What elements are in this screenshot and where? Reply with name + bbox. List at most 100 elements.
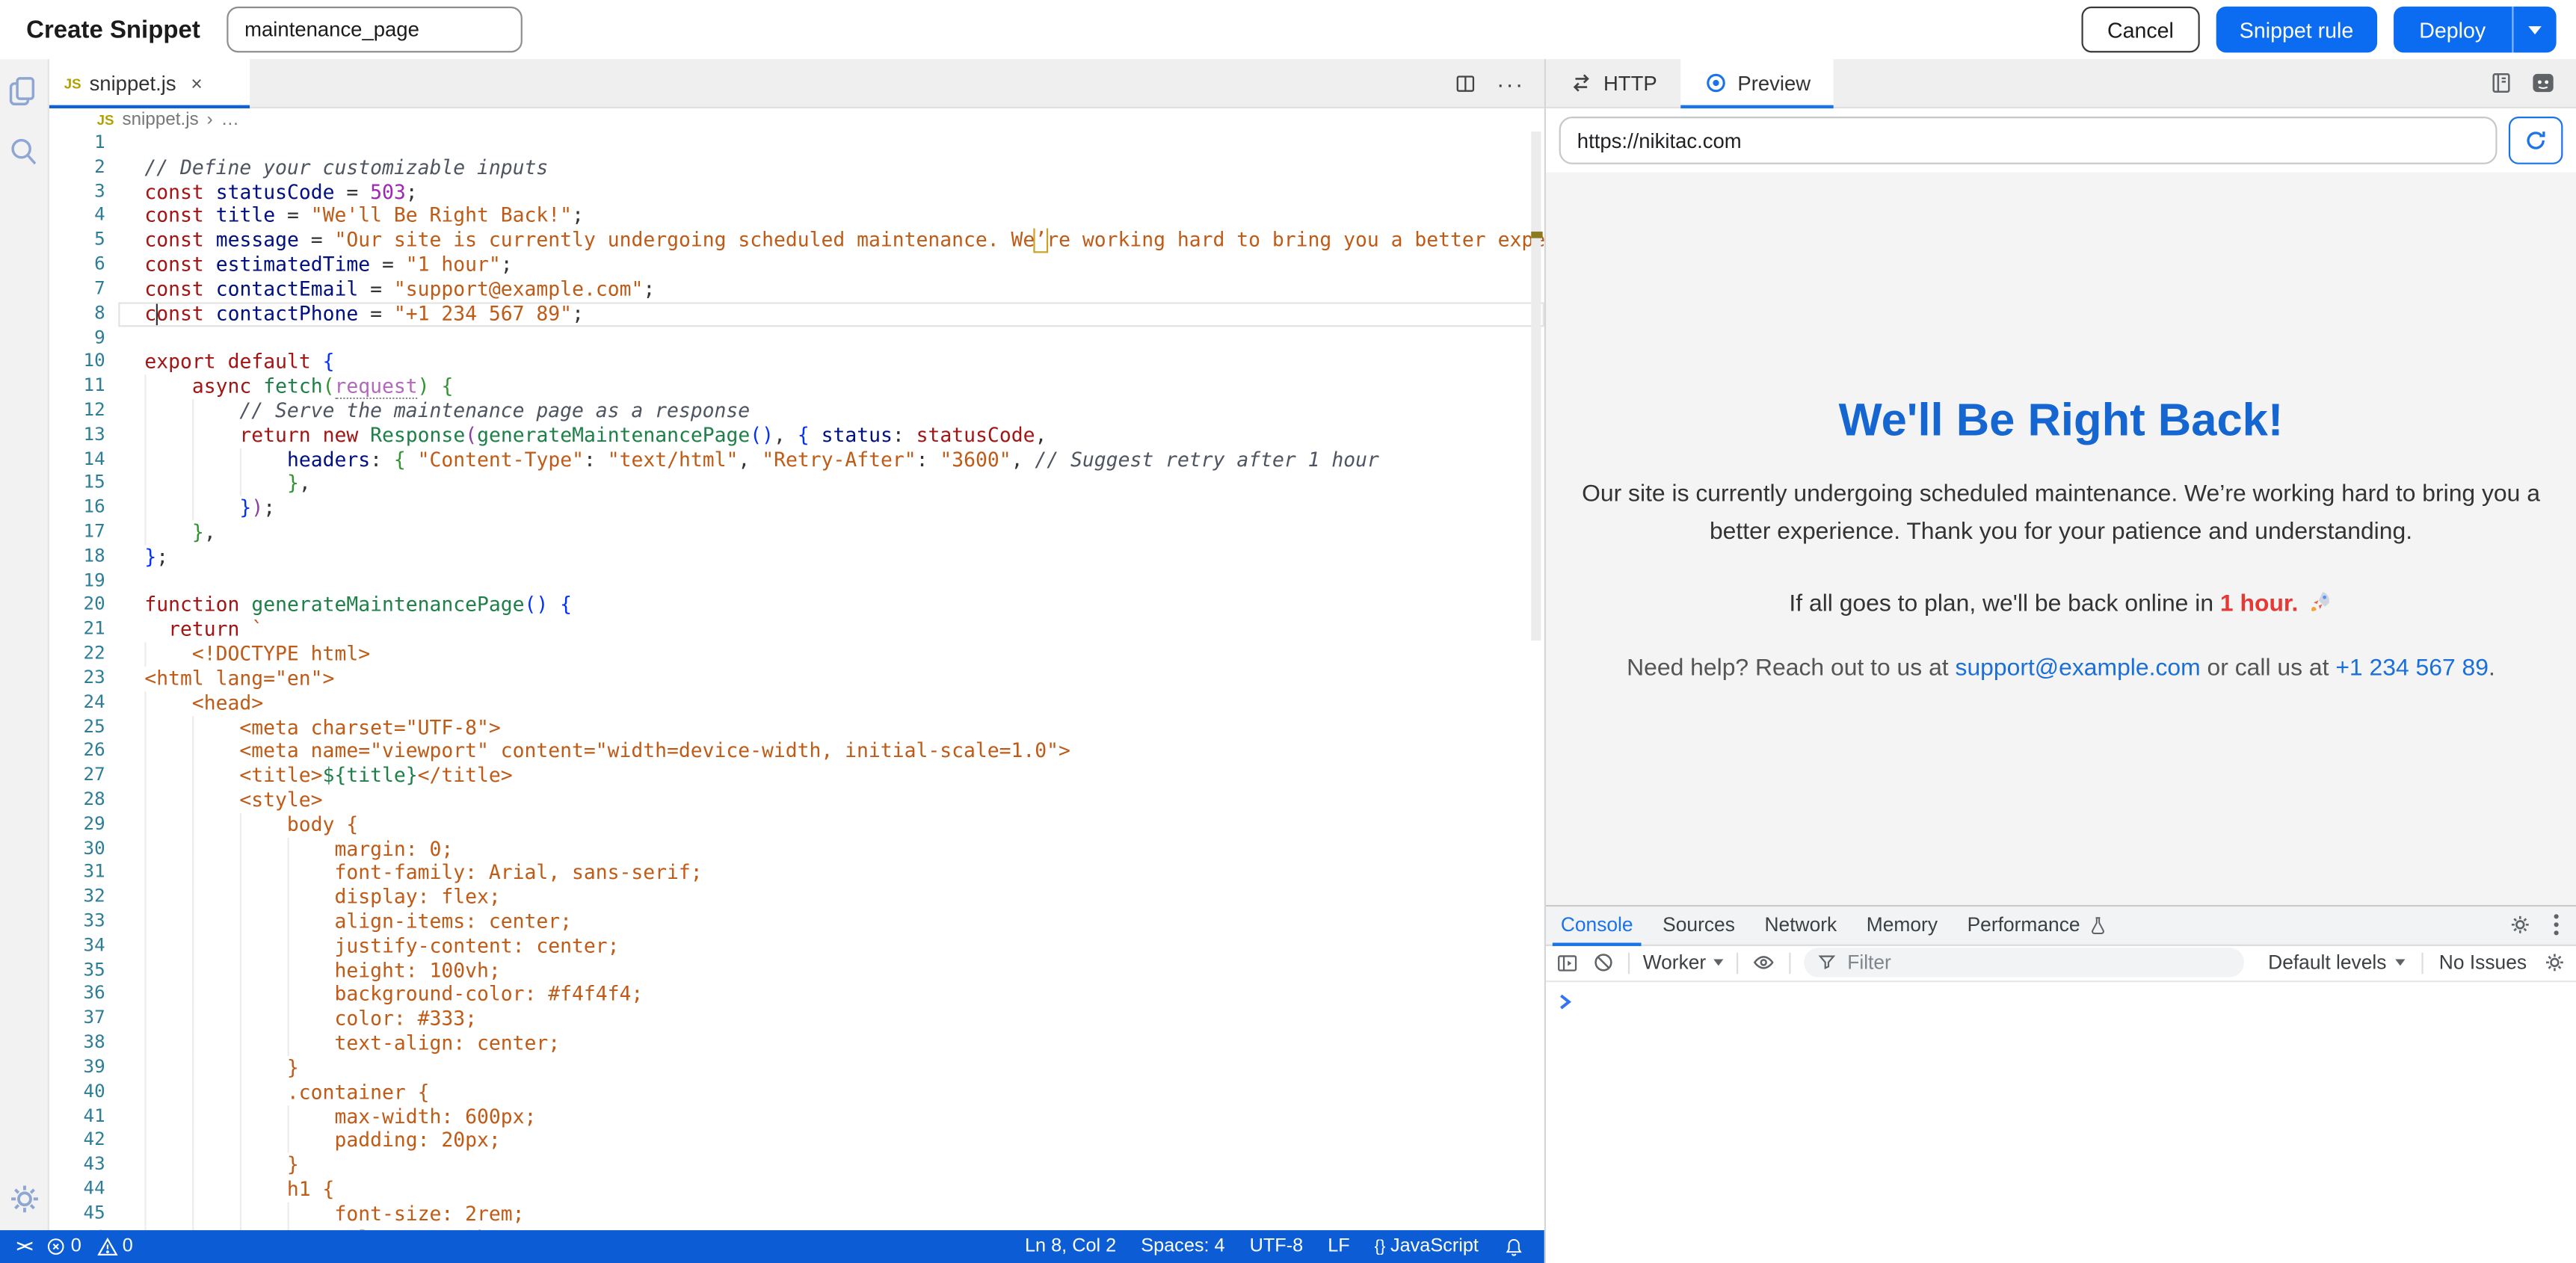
code-line[interactable]: 24 <head>: [49, 691, 1544, 716]
close-icon[interactable]: ×: [191, 73, 202, 93]
code-line[interactable]: 19: [49, 569, 1544, 594]
preview-tab-strip: HTTP Preview: [1546, 59, 2576, 108]
code-line[interactable]: 12 // Serve the maintenance page as a re…: [49, 399, 1544, 424]
code-line[interactable]: 31 font-family: Arial, sans-serif;: [49, 861, 1544, 886]
code-line[interactable]: 8const contactPhone = "+1 234 567 89";: [49, 302, 1544, 327]
code-line[interactable]: 32 display: flex;: [49, 886, 1544, 910]
code-line[interactable]: 40 .container {: [49, 1080, 1544, 1105]
url-input[interactable]: [1559, 117, 2498, 164]
files-icon[interactable]: [7, 74, 41, 108]
code-line[interactable]: 3const statusCode = 503;: [49, 180, 1544, 205]
split-editor-icon[interactable]: [1454, 72, 1477, 95]
kebab-menu-icon[interactable]: [2553, 913, 2560, 936]
code-line[interactable]: 2// Define your customizable inputs: [49, 155, 1544, 180]
console-filter-input[interactable]: Filter: [1805, 948, 2245, 978]
code-line[interactable]: 4const title = "We'll Be Right Back!";: [49, 204, 1544, 229]
code-line[interactable]: 11 async fetch(request) {: [49, 374, 1544, 399]
code-editor[interactable]: 12// Define your customizable inputs3con…: [49, 132, 1544, 1230]
code-line[interactable]: 25 <meta charset="UTF-8">: [49, 715, 1544, 740]
scrollbar-thumb[interactable]: [1531, 132, 1541, 640]
devtools-settings-gear-icon[interactable]: [2509, 913, 2532, 936]
console-settings-gear-icon[interactable]: [2543, 951, 2566, 974]
code-line[interactable]: 41 max-width: 600px;: [49, 1105, 1544, 1129]
code-line[interactable]: 27 <title>${title}</title>: [49, 764, 1544, 788]
code-line[interactable]: 1: [49, 132, 1544, 156]
editor-scrollbar[interactable]: [1528, 132, 1544, 1230]
devtools-tab-network[interactable]: Network: [1750, 906, 1852, 944]
code-line[interactable]: 10export default {: [49, 351, 1544, 375]
refresh-button[interactable]: [2509, 117, 2563, 164]
support-email-link[interactable]: support@example.com: [1956, 655, 2201, 682]
devtools-tab-sources[interactable]: Sources: [1648, 906, 1749, 944]
notifications-bell-icon[interactable]: [1503, 1235, 1525, 1259]
discord-chat-icon[interactable]: [2530, 71, 2556, 96]
tab-snippet-js[interactable]: JS snippet.js ×: [49, 59, 250, 107]
language-label: JavaScript: [1390, 1237, 1479, 1256]
snippet-rule-button[interactable]: Snippet rule: [2216, 7, 2376, 53]
code-line[interactable]: 34 justify-content: center;: [49, 934, 1544, 959]
worker-context-select[interactable]: Worker: [1643, 951, 1725, 974]
line-number: 18: [49, 545, 118, 569]
problems-errors[interactable]: 0: [46, 1237, 81, 1256]
code-line[interactable]: 21 return `: [49, 618, 1544, 643]
code-line[interactable]: 45 font-size: 2rem;: [49, 1202, 1544, 1226]
status-indent[interactable]: Spaces: 4: [1141, 1237, 1224, 1256]
status-language[interactable]: {} JavaScript: [1375, 1237, 1479, 1256]
remote-indicator-icon[interactable]: ><: [16, 1238, 31, 1256]
devtools-tab-performance[interactable]: Performance: [1953, 906, 2123, 944]
deploy-button[interactable]: Deploy: [2393, 7, 2512, 53]
status-encoding[interactable]: UTF-8: [1250, 1237, 1304, 1256]
devtools-tab-memory[interactable]: Memory: [1852, 906, 1953, 944]
code-line[interactable]: 14 headers: { "Content-Type": "text/html…: [49, 448, 1544, 472]
code-line[interactable]: 22 <!DOCTYPE html>: [49, 642, 1544, 667]
code-line[interactable]: 39 }: [49, 1056, 1544, 1081]
issues-counter[interactable]: No Issues: [2439, 951, 2527, 974]
code-line[interactable]: 9: [49, 326, 1544, 351]
code-line[interactable]: 38 text-align: center;: [49, 1031, 1544, 1056]
search-icon[interactable]: [7, 135, 41, 169]
code-line[interactable]: 23<html lang="en">: [49, 667, 1544, 691]
code-line[interactable]: 13 return new Response(generateMaintenan…: [49, 423, 1544, 448]
code-line[interactable]: 26 <meta name="viewport" content="width=…: [49, 740, 1544, 765]
breadcrumb-file[interactable]: snippet.js: [123, 110, 199, 129]
code-line[interactable]: 44 h1 {: [49, 1178, 1544, 1202]
code-line[interactable]: 15 },: [49, 472, 1544, 497]
deploy-split-button[interactable]: Deploy: [2393, 7, 2557, 53]
docs-book-icon[interactable]: [2489, 71, 2514, 96]
live-expression-eye-icon[interactable]: [1752, 951, 1777, 974]
deploy-dropdown-button[interactable]: [2512, 7, 2556, 53]
clear-console-icon[interactable]: [1592, 951, 1615, 974]
code-line[interactable]: 5const message = "Our site is currently …: [49, 229, 1544, 253]
tab-http[interactable]: HTTP: [1546, 59, 1680, 107]
problems-warnings[interactable]: 0: [96, 1237, 133, 1256]
code-line[interactable]: 28 <style>: [49, 788, 1544, 813]
phone-link[interactable]: +1 234 567 89: [2335, 655, 2489, 682]
line-number: 14: [49, 448, 118, 472]
code-line[interactable]: 16 });: [49, 496, 1544, 521]
devtools-tab-console[interactable]: Console: [1546, 906, 1648, 944]
code-line[interactable]: 43 }: [49, 1153, 1544, 1178]
code-line[interactable]: 33 align-items: center;: [49, 910, 1544, 935]
code-line[interactable]: 29 body {: [49, 812, 1544, 837]
code-line[interactable]: 42 padding: 20px;: [49, 1129, 1544, 1154]
code-line[interactable]: 35 height: 100vh;: [49, 959, 1544, 983]
tab-preview[interactable]: Preview: [1680, 59, 1833, 107]
code-line[interactable]: 36 background-color: #f4f4f4;: [49, 983, 1544, 1007]
breadcrumb[interactable]: JS snippet.js › …: [49, 108, 1544, 132]
code-line[interactable]: 18};: [49, 545, 1544, 569]
more-actions-icon[interactable]: ···: [1497, 72, 1524, 95]
status-line-col[interactable]: Ln 8, Col 2: [1025, 1237, 1116, 1256]
console-sidebar-toggle-icon[interactable]: [1556, 952, 1579, 974]
code-line[interactable]: 20function generateMaintenancePage() {: [49, 593, 1544, 618]
settings-gear-icon[interactable]: [6, 1181, 42, 1217]
cancel-button[interactable]: Cancel: [2081, 7, 2200, 53]
breadcrumb-more[interactable]: …: [221, 110, 239, 129]
log-levels-select[interactable]: Default levels: [2268, 951, 2405, 974]
code-line[interactable]: 7const contactEmail = "support@example.c…: [49, 277, 1544, 302]
code-line[interactable]: 6const estimatedTime = "1 hour";: [49, 253, 1544, 278]
snippet-name-input[interactable]: [227, 7, 523, 53]
code-line[interactable]: 17 },: [49, 521, 1544, 546]
status-eol[interactable]: LF: [1328, 1237, 1349, 1256]
code-line[interactable]: 37 color: #333;: [49, 1007, 1544, 1032]
code-line[interactable]: 30 margin: 0;: [49, 837, 1544, 862]
